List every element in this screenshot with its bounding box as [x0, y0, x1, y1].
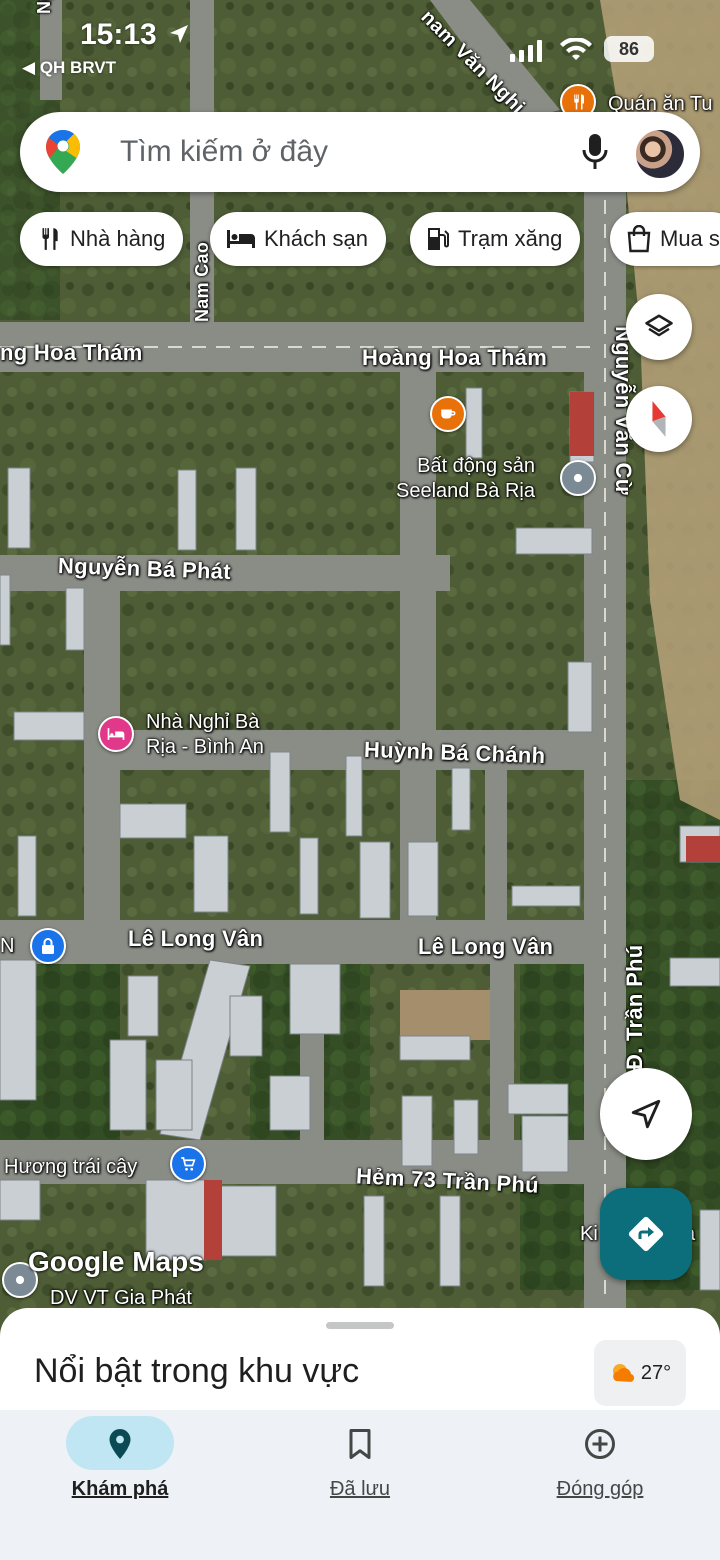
poi-label-nha-nghi-line1: Nhà Nghỉ Bà — [146, 711, 260, 733]
cellular-signal-icon — [510, 40, 542, 62]
navigation-arrow-icon — [631, 1099, 661, 1129]
chip-gas-stations-label: Trạm xăng — [458, 226, 563, 251]
nav-contribute[interactable]: Đóng góp — [480, 1410, 720, 1520]
hotel-pin-icon[interactable] — [98, 716, 134, 752]
location-arrow-icon — [170, 25, 189, 43]
search-input[interactable]: Tìm kiếm ở đây — [120, 135, 328, 169]
bookmark-icon — [349, 1429, 371, 1459]
poi-label-nha-nghi[interactable]: Nhà Nghỉ Bà Rịa - Bình An — [146, 710, 264, 760]
poi-label-seeland-line1: Bất động sản — [417, 455, 535, 477]
directions-icon — [628, 1216, 664, 1252]
chip-hotels-label: Khách sạn — [264, 226, 368, 251]
weather-temperature: 27° — [640, 1361, 672, 1384]
fork-knife-icon — [42, 228, 58, 250]
compass-button[interactable] — [626, 386, 692, 452]
nav-saved-label: Đã lưu — [329, 1478, 391, 1500]
google-maps-attribution: Google Maps — [28, 1246, 204, 1277]
sheet-title: Nổi bật trong khu vực — [34, 1352, 360, 1390]
nav-contribute-label: Đóng góp — [556, 1478, 644, 1500]
status-time: 15:13 — [80, 18, 191, 52]
gas-station-icon — [428, 228, 449, 250]
road-label-le-long-van-left: Lê Long Vân — [128, 926, 264, 951]
google-maps-logo-icon — [46, 130, 80, 174]
layers-icon — [645, 314, 673, 337]
place-pin-icon[interactable] — [560, 460, 596, 496]
road-label-hoang-hoa-tham-left: ng Hoa Thám — [0, 340, 143, 365]
back-to-app-link[interactable]: ◀ QH BRVT — [22, 58, 116, 78]
add-circle-icon — [585, 1429, 615, 1459]
poi-label-seeland-line2: Seeland Bà Rịa — [396, 480, 535, 502]
status-time-text: 15:13 — [80, 18, 157, 51]
search-bar[interactable]: Tìm kiếm ở đây — [20, 112, 700, 192]
chip-shopping[interactable]: Mua s — [610, 212, 720, 266]
chip-restaurants-label: Nhà hàng — [70, 226, 166, 251]
explore-pin-icon — [109, 1429, 131, 1459]
layers-button[interactable] — [626, 294, 692, 360]
account-avatar[interactable] — [634, 128, 686, 180]
poi-label-seeland[interactable]: Bất động sản Seeland Bà Rịa — [396, 454, 535, 504]
wifi-icon — [560, 38, 592, 60]
chip-gas-stations[interactable]: Trạm xăng — [410, 212, 581, 266]
weather-badge[interactable]: 27° — [594, 1340, 686, 1406]
status-bar: 15:13 ◀ QH BRVT 86 — [0, 0, 720, 90]
nav-explore[interactable]: Khám phá — [0, 1410, 240, 1520]
microphone-icon[interactable] — [582, 134, 608, 170]
nav-saved[interactable]: Đã lưu — [240, 1410, 480, 1520]
sheet-drag-handle[interactable] — [326, 1322, 394, 1329]
road-label-tran-phu: Đ. Trần Phú — [622, 944, 647, 1070]
poi-label-ki[interactable]: Ki — [580, 1222, 598, 1247]
cafe-pin-icon[interactable] — [430, 396, 466, 432]
back-arrow-icon: ◀ — [22, 58, 36, 77]
shopping-cart-pin-icon[interactable] — [170, 1146, 206, 1182]
road-label-le-long-van-right: Lê Long Vân — [418, 934, 554, 959]
chip-hotels[interactable]: Khách sạn — [210, 212, 386, 266]
bottom-navigation: Khám phá Đã lưu Đóng góp — [0, 1410, 720, 1560]
poi-label-nha-nghi-line2: Rịa - Bình An — [146, 736, 264, 758]
directions-button[interactable] — [600, 1188, 692, 1280]
chip-shopping-label: Mua s — [660, 226, 720, 251]
chip-restaurants[interactable]: Nhà hàng — [20, 212, 184, 266]
bed-icon — [227, 230, 255, 248]
partly-cloudy-icon — [612, 1364, 634, 1382]
poi-label-left-n: N — [0, 935, 15, 957]
my-location-button[interactable] — [600, 1068, 692, 1160]
poi-label-huong-trai-cay[interactable]: Hương trái cây — [4, 1155, 137, 1180]
category-chips: Nhà hàng Khách sạn Trạm xăng Mua s — [0, 212, 720, 268]
lock-pin-icon[interactable] — [30, 928, 66, 964]
shopping-bag-icon — [627, 225, 651, 253]
road-label-hoang-hoa-tham-right: Hoàng Hoa Thám — [362, 345, 548, 370]
battery-indicator: 86 — [604, 36, 654, 62]
compass-icon — [652, 401, 666, 437]
back-app-label: QH BRVT — [39, 58, 117, 77]
nav-explore-label: Khám phá — [71, 1478, 169, 1500]
